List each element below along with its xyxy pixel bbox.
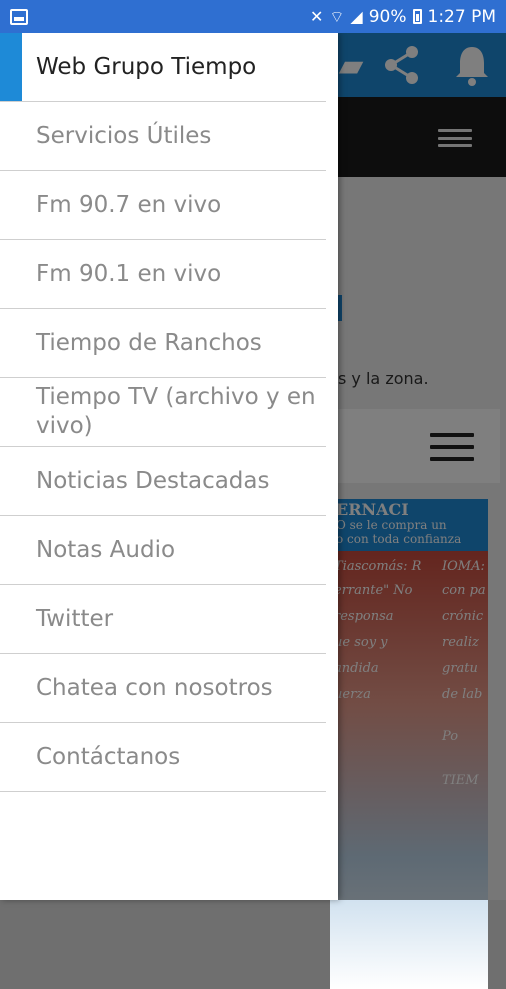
battery-icon bbox=[412, 9, 422, 24]
drawer-item-label: Noticias Destacadas bbox=[36, 467, 270, 494]
active-indicator bbox=[0, 33, 22, 101]
drawer-item-label: Web Grupo Tiempo bbox=[36, 53, 257, 80]
drawer-item-label: Notas Audio bbox=[36, 536, 176, 563]
image-icon bbox=[10, 8, 28, 25]
drawer-item-label: Tiempo de Ranchos bbox=[36, 329, 262, 356]
drawer-item-web-grupo-tiempo[interactable]: Web Grupo Tiempo bbox=[0, 33, 338, 101]
drawer-item-tiempo-tv[interactable]: Tiempo TV (archivo y en vivo) bbox=[0, 378, 338, 446]
drawer-item-fm-90-1[interactable]: Fm 90.1 en vivo bbox=[0, 240, 338, 308]
drawer-item-contactanos[interactable]: Contáctanos bbox=[0, 723, 338, 791]
battery-percent: 90% bbox=[368, 6, 407, 27]
signal-icon: ◢ bbox=[350, 6, 363, 26]
drawer-item-tiempo-de-ranchos[interactable]: Tiempo de Ranchos bbox=[0, 309, 338, 377]
drawer-item-label: Fm 90.7 en vivo bbox=[36, 191, 222, 218]
status-icons: ✕ ⌔ ◢ 90% 1:27 PM bbox=[310, 7, 496, 27]
drawer-item-label: Twitter bbox=[36, 605, 114, 632]
drawer-item-label: Servicios Útiles bbox=[36, 122, 212, 149]
drawer-item-label: Fm 90.1 en vivo bbox=[36, 260, 222, 287]
clock: 1:27 PM bbox=[427, 6, 497, 27]
drawer-item-fm-90-7[interactable]: Fm 90.7 en vivo bbox=[0, 171, 338, 239]
drawer-item-servicios-utiles[interactable]: Servicios Útiles bbox=[0, 102, 338, 170]
drawer-item-notas-audio[interactable]: Notas Audio bbox=[0, 516, 338, 584]
drawer-item-twitter[interactable]: Twitter bbox=[0, 585, 338, 653]
drawer-item-label: Tiempo TV (archivo y en vivo) bbox=[36, 384, 316, 439]
status-bar: ✕ ⌔ ◢ 90% 1:27 PM bbox=[0, 0, 506, 33]
wifi-icon: ⌔ bbox=[329, 6, 345, 26]
divider bbox=[0, 791, 326, 792]
drawer-item-label: Chatea con nosotros bbox=[36, 674, 273, 701]
navigation-drawer: Web Grupo Tiempo Servicios Útiles Fm 90.… bbox=[0, 33, 338, 900]
drawer-item-label: Contáctanos bbox=[36, 743, 181, 770]
drawer-item-chatea[interactable]: Chatea con nosotros bbox=[0, 654, 338, 722]
mute-icon: ✕ bbox=[309, 6, 324, 26]
drawer-item-noticias-destacadas[interactable]: Noticias Destacadas bbox=[0, 447, 338, 515]
